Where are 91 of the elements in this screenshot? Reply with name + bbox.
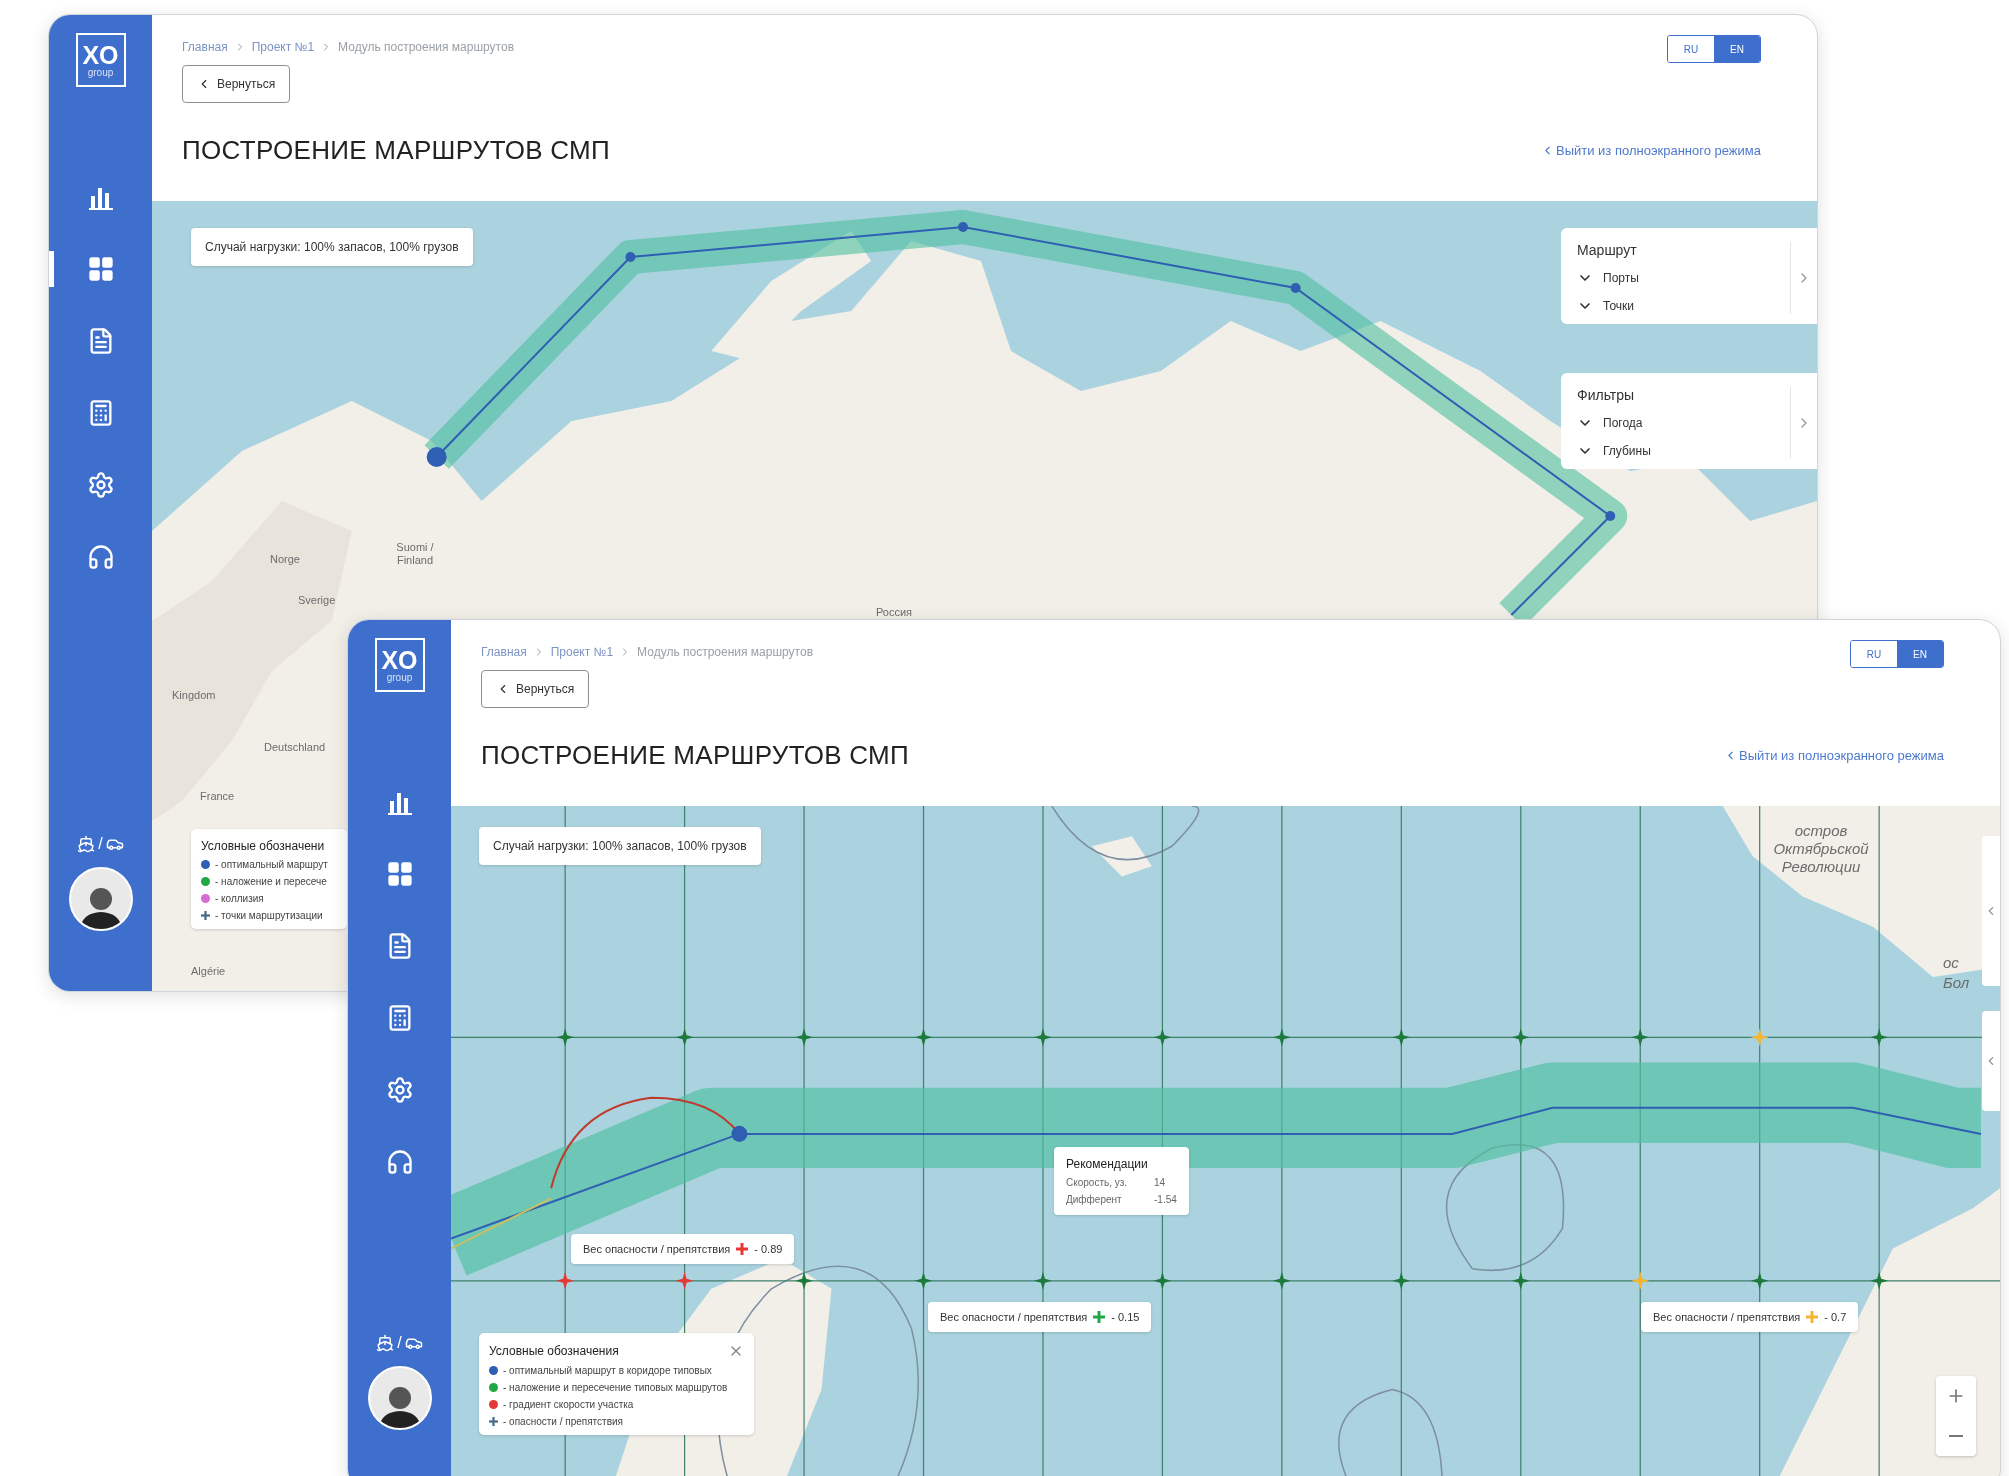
star-marker-icon — [1392, 1028, 1411, 1047]
map-label: France — [200, 790, 235, 804]
tooltip-label: Дифферент — [1066, 1194, 1123, 1205]
page-title: ПОСТРОЕНИЕ МАРШРУТОВ СМП — [481, 740, 910, 771]
star-marker-icon — [1033, 1271, 1052, 1290]
star-marker-icon — [1631, 1028, 1650, 1047]
star-marker-icon — [1272, 1028, 1291, 1047]
star-marker-icon — [1750, 1271, 1769, 1290]
legend-text: - опасности / препятствия — [503, 1416, 623, 1427]
legend-text: - градиент скорости участка — [503, 1399, 634, 1410]
language-button[interactable]: EN — [1714, 36, 1760, 62]
exit-fullscreen-link[interactable]: Выйти из полноэкранного режима — [1723, 748, 1944, 763]
star-marker-icon — [795, 1271, 814, 1290]
panel-title: Фильтры — [1577, 387, 1636, 403]
hazard-text: Вес опасности / препятствия — [583, 1243, 731, 1255]
legend-text: - коллизия — [215, 893, 264, 904]
panel-title: Маршрут — [1577, 242, 1638, 258]
map-label: Бол — [1943, 974, 1970, 992]
map-label: остров Октябрьской Революции — [1772, 822, 1870, 876]
breadcrumb-link[interactable]: Модуль построения маршрутов — [637, 645, 813, 659]
map-label: Algérie — [191, 965, 226, 979]
back-button[interactable]: Вернуться — [481, 670, 590, 708]
headset-icon — [385, 1148, 414, 1176]
legend-text: - оптимальный маршрут в коридоре типовых — [503, 1365, 712, 1376]
legend-text: - наложение и пересечение типовых маршрутов — [503, 1382, 728, 1393]
settings-icon — [385, 1076, 414, 1104]
grid-icon — [385, 860, 414, 888]
settings-icon — [86, 471, 115, 499]
star-marker-icon — [1392, 1271, 1411, 1290]
breadcrumb-link[interactable]: Модуль построения маршрутов — [338, 40, 514, 54]
logo: XO group — [374, 638, 425, 692]
breadcrumb-link[interactable]: Проект №1 — [550, 645, 614, 659]
panel-item[interactable]: Погода — [1577, 415, 1643, 431]
panel-item[interactable]: Глубины — [1577, 443, 1651, 459]
tooltip-label: Скорость, уз. — [1066, 1177, 1129, 1188]
grid-icon — [86, 255, 115, 283]
star-marker-icon — [1033, 1028, 1052, 1047]
hazard-value: - 0.7 — [1824, 1311, 1847, 1323]
separator-text: / — [397, 1334, 402, 1352]
star-marker-icon — [1153, 1028, 1172, 1047]
tooltip-value: -1.54 — [1154, 1194, 1177, 1205]
map-label: Kingdom — [172, 689, 216, 703]
language-button[interactable]: EN — [1897, 641, 1943, 667]
scenario-label: Случай нагрузки: 100% запасов, 100% грузов — [191, 228, 473, 266]
star-marker-icon — [1511, 1271, 1530, 1290]
star-marker-icon — [914, 1028, 933, 1047]
star-marker-icon — [1870, 1028, 1889, 1047]
back-button[interactable]: Вернуться — [182, 65, 291, 103]
hazard-text: Вес опасности / препятствия — [940, 1311, 1088, 1323]
star-marker-icon — [675, 1028, 694, 1047]
page-title: ПОСТРОЕНИЕ МАРШРУТОВ СМП — [182, 135, 611, 166]
star-marker-icon — [675, 1271, 694, 1290]
panel-item[interactable]: Порты — [1577, 270, 1639, 286]
hazard-text: Вес опасности / препятствия — [1653, 1311, 1801, 1323]
breadcrumb-link[interactable]: Главная — [182, 40, 228, 54]
panel-item[interactable]: Точки — [1577, 298, 1634, 314]
star-marker-icon — [1511, 1028, 1530, 1047]
star-marker-icon — [1870, 1271, 1889, 1290]
star-marker-icon — [1272, 1271, 1291, 1290]
legend-text: - оптимальный маршрут — [215, 859, 328, 870]
legend-text: - наложение и пересече — [215, 876, 327, 887]
breadcrumb-link[interactable]: Главная — [481, 645, 527, 659]
star-marker-icon — [556, 1271, 575, 1290]
tooltip-title: Рекомендации — [1066, 1157, 1149, 1171]
breadcrumb-link[interactable]: Проект №1 — [251, 40, 315, 54]
hazard-value: - 0.15 — [1111, 1311, 1140, 1323]
star-marker-icon — [914, 1271, 933, 1290]
map-label: Suomi / Finland — [395, 541, 435, 568]
star-marker-icon — [795, 1028, 814, 1047]
separator-text: / — [98, 835, 103, 853]
tooltip-value: 14 — [1154, 1177, 1166, 1188]
logo: XO group — [75, 33, 126, 87]
legend-title: Условные обозначени — [201, 839, 325, 853]
star-marker-icon — [1153, 1271, 1172, 1290]
map-label: Deutschland — [264, 741, 326, 755]
star-marker-icon — [1631, 1271, 1650, 1290]
scenario-label: Случай нагрузки: 100% запасов, 100% грузов — [479, 827, 761, 865]
map-label: Россия — [876, 606, 913, 620]
minus-icon — [1949, 1435, 1963, 1437]
map-label: ос — [1943, 954, 1959, 972]
headset-icon — [86, 543, 115, 571]
hazard-value: - 0.89 — [754, 1243, 783, 1255]
map-label: Sverige — [298, 594, 336, 608]
legend-text: - точки маршрутизации — [215, 910, 323, 921]
star-marker-icon — [556, 1028, 575, 1047]
star-marker-icon — [1750, 1028, 1769, 1047]
exit-fullscreen-link[interactable]: Выйти из полноэкранного режима — [1540, 143, 1761, 158]
ship-icon[interactable] — [77, 835, 96, 853]
legend-title: Условные обозначения — [489, 1344, 619, 1358]
map-label: Norge — [270, 553, 300, 567]
ship-icon[interactable] — [376, 1334, 395, 1352]
